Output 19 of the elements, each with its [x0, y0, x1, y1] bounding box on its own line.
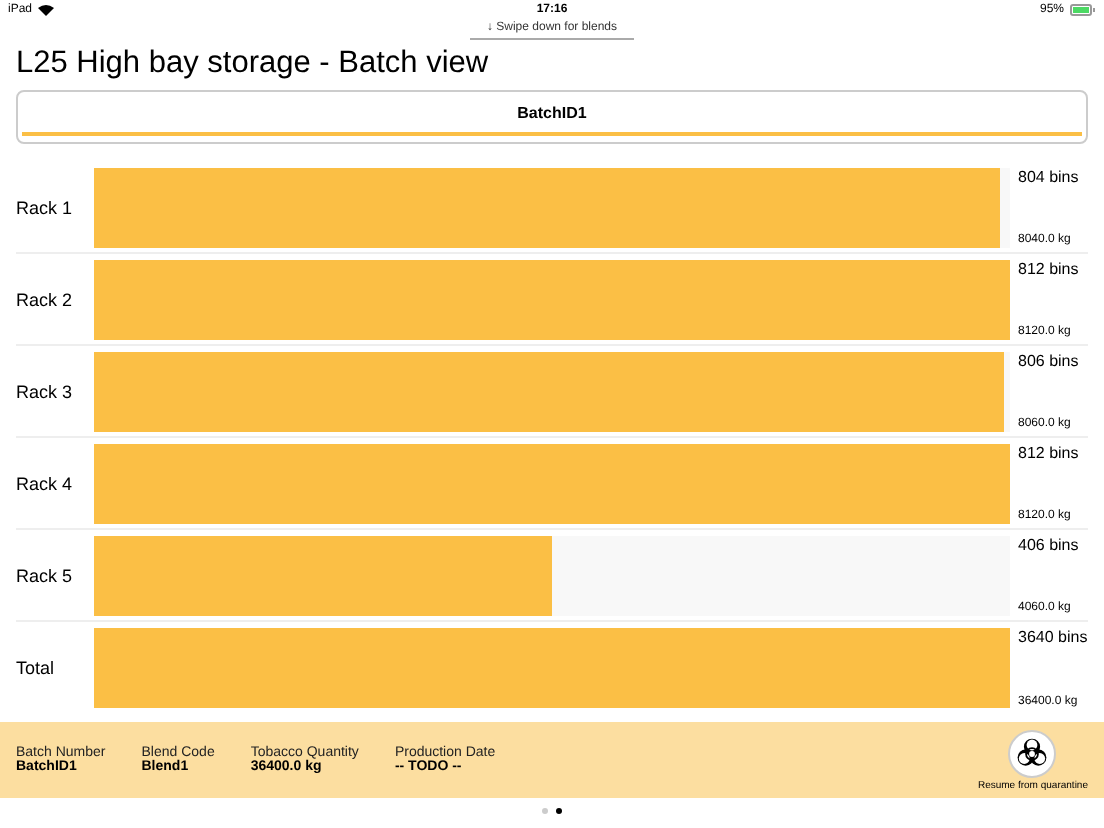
battery-icon [1070, 4, 1096, 16]
bins-count: 804 bins [1018, 168, 1081, 186]
rack-label: Total [16, 658, 57, 678]
page-dot[interactable] [542, 808, 548, 814]
bins-count: 812 bins [1018, 260, 1081, 278]
rack-label: Rack 3 [16, 381, 75, 401]
wifi-icon [38, 4, 55, 16]
rack-label: Rack 1 [16, 197, 75, 217]
page-dot[interactable] [556, 808, 562, 814]
biohazard-icon [1014, 735, 1051, 771]
rack-label: Rack 2 [16, 289, 75, 309]
biohazard-button[interactable] [1008, 729, 1057, 777]
rack-label: Rack 5 [16, 565, 75, 585]
bins-count: 3640 bins [1018, 628, 1088, 646]
page-title: L25 High bay storage - Batch view [16, 46, 491, 82]
rack-label: Rack 4 [16, 473, 75, 493]
bins-count: 406 bins [1018, 536, 1081, 554]
bins-count: 812 bins [1018, 444, 1081, 462]
bins-count: 806 bins [1018, 352, 1081, 370]
